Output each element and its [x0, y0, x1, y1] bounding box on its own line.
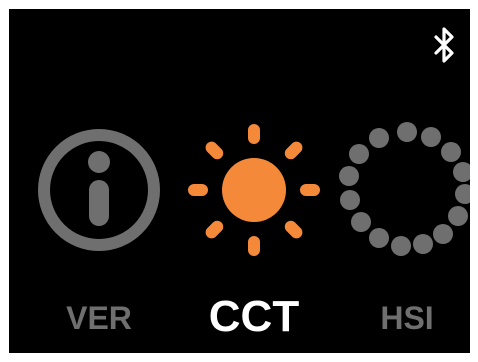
mode-ver-label: VER — [66, 300, 132, 336]
mode-ver[interactable]: VER — [29, 120, 169, 350]
mode-cct-label: CCT — [208, 292, 300, 341]
dotted-ring-icon — [339, 122, 470, 256]
device-screen: VER CCT HSI — [9, 9, 470, 353]
bluetooth-icon — [434, 27, 454, 63]
mode-hsi[interactable]: HSI — [337, 120, 470, 350]
sun-icon — [188, 124, 320, 256]
info-icon — [38, 129, 160, 251]
mode-cct[interactable]: CCT — [184, 120, 324, 350]
mode-hsi-label: HSI — [380, 300, 434, 336]
